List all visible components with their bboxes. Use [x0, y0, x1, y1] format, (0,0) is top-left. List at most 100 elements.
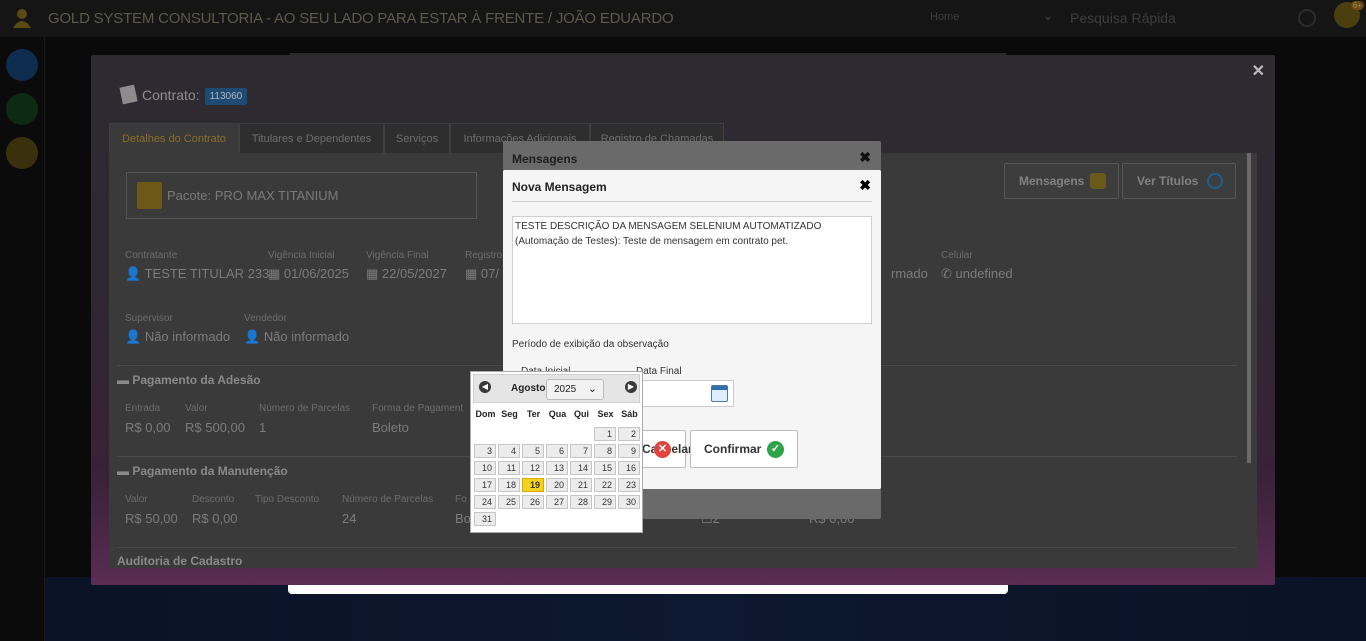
manut-desconto-label: Desconto	[192, 494, 235, 505]
mensagens-button-label: Mensagens	[1019, 174, 1085, 188]
contract-title-label: Contrato:	[142, 87, 200, 103]
home-select[interactable]: Home ⌄	[930, 9, 1055, 23]
day-cell[interactable]: 5	[522, 444, 544, 458]
manut-valor-label: Valor	[125, 494, 148, 505]
celular-label: Celular	[941, 250, 973, 261]
scrollbar[interactable]	[1247, 153, 1251, 463]
search-icon[interactable]	[1298, 9, 1316, 27]
day-cell[interactable]: 22	[594, 478, 616, 492]
weekday-header: Ter	[526, 409, 541, 419]
entrada-label: Entrada	[125, 403, 161, 414]
manut-forma-label: Fo	[455, 494, 467, 505]
periodo-label: Período de exibição da observação	[512, 339, 669, 350]
sidebar-grid-icon[interactable]	[6, 137, 38, 169]
day-cell[interactable]: 25	[498, 495, 520, 509]
contract-number-badge: 113060	[204, 88, 248, 105]
background-panel	[288, 584, 1008, 594]
vigencia-final-value: ▦ 22/05/2027	[366, 266, 447, 281]
manut-desconto-value: R$ 0,00	[192, 511, 238, 526]
contratante-value: 👤 TESTE TITULAR 233	[125, 266, 270, 281]
day-cell[interactable]: 28	[570, 495, 592, 509]
chevron-down-icon: ⌄	[587, 383, 597, 395]
ver-titulos-button[interactable]: Ver Títulos	[1122, 163, 1236, 199]
document-icon	[119, 84, 138, 105]
day-cell[interactable]: 27	[546, 495, 568, 509]
close-icon[interactable]: ✖	[859, 149, 871, 166]
registro-value: ▦ 07/	[465, 266, 499, 281]
confirm-button[interactable]: Confirmar ✓	[690, 430, 798, 468]
calendar-icon[interactable]	[711, 385, 728, 402]
day-cell[interactable]: 16	[618, 461, 640, 475]
close-circle-icon: ✕	[654, 441, 671, 458]
contratante-label: Contratante	[125, 250, 178, 261]
adesao-section-title: ▬ Pagamento da Adesão	[117, 373, 261, 387]
day-cell[interactable]: 30	[618, 495, 640, 509]
adesao-parcelas-value: 1	[259, 420, 267, 435]
manut-forma-value: Bo	[455, 511, 471, 526]
day-cell[interactable]: 6	[546, 444, 568, 458]
year-select[interactable]: 2025 ⌄	[546, 379, 604, 400]
day-cell[interactable]: 12	[522, 461, 544, 475]
day-cell[interactable]: 13	[546, 461, 568, 475]
day-cell[interactable]: 31	[474, 512, 496, 526]
adesao-valor-value: R$ 500,00	[185, 420, 245, 435]
auditoria-section-title: Auditoria de Cadastro	[117, 554, 243, 568]
quick-search-input[interactable]: Pesquisa Rápida	[1064, 8, 1324, 30]
registro-label: Registro	[465, 250, 503, 261]
notification-icon[interactable]: 6+	[1334, 1, 1364, 28]
adesao-forma-value: Boleto	[372, 420, 409, 435]
package-label: Pacote: PRO MAX TITANIUM	[167, 188, 339, 203]
tab-detalhes[interactable]: Detalhes do Contrato	[109, 123, 239, 153]
day-cell[interactable]: 4	[498, 444, 520, 458]
day-cell[interactable]: 29	[594, 495, 616, 509]
manut-parcelas-label: Número de Parcelas	[342, 494, 434, 505]
user-icon[interactable]	[12, 8, 32, 28]
close-icon[interactable]: ✕	[1252, 61, 1265, 81]
weekday-header: Seg	[501, 409, 518, 419]
day-cell-today[interactable]: 19	[522, 478, 544, 492]
sidebar-home-icon[interactable]	[6, 49, 38, 81]
day-cell[interactable]: 20	[546, 478, 568, 492]
datepicker-month: Agosto	[511, 383, 546, 394]
day-cell[interactable]: 11	[498, 461, 520, 475]
day-cell[interactable]: 3	[474, 444, 496, 458]
divider	[117, 547, 1237, 548]
tab-servicos[interactable]: Serviços	[384, 123, 450, 153]
supervisor-value: 👤 Não informado	[125, 329, 231, 344]
message-textarea[interactable]	[512, 216, 872, 324]
day-cell[interactable]: 10	[474, 461, 496, 475]
day-cell[interactable]: 21	[570, 478, 592, 492]
adesao-forma-label: Forma de Pagament	[372, 403, 464, 414]
sidebar-list-icon[interactable]	[6, 93, 38, 125]
day-cell[interactable]: 23	[618, 478, 640, 492]
day-cell[interactable]: 24	[474, 495, 496, 509]
datepicker-header: ◀ Agosto 2025 ⌄ ▶	[473, 374, 640, 403]
prev-month-icon[interactable]: ◀	[479, 381, 491, 393]
close-icon[interactable]: ✖	[859, 177, 871, 194]
day-cell[interactable]: 17	[474, 478, 496, 492]
day-cell[interactable]: 1	[594, 427, 616, 441]
day-cell[interactable]: 15	[594, 461, 616, 475]
day-cell[interactable]: 7	[570, 444, 592, 458]
manut-tipo-desconto-label: Tipo Desconto	[255, 494, 320, 505]
mensagens-button[interactable]: Mensagens	[1004, 163, 1119, 199]
home-select-value: Home	[930, 11, 960, 23]
day-cell[interactable]: 26	[522, 495, 544, 509]
day-cell[interactable]: 14	[570, 461, 592, 475]
top-bar: GOLD SYSTEM CONSULTORIA - AO SEU LADO PA…	[0, 0, 1366, 37]
tab-titulares[interactable]: Titulares e Dependentes	[239, 123, 384, 153]
manutencao-section-title: ▬ Pagamento da Manutenção	[117, 464, 288, 478]
day-cell[interactable]: 8	[594, 444, 616, 458]
datepicker: ◀ Agosto 2025 ⌄ ▶ Dom Seg Ter Qua Qui Sex Sáb 1…	[470, 371, 643, 533]
day-cell[interactable]: 2	[618, 427, 640, 441]
message-add-icon	[1090, 173, 1106, 189]
vigencia-final-label: Vigência Final	[366, 250, 429, 261]
vendedor-value: 👤 Não informado	[244, 329, 350, 344]
day-cell[interactable]: 9	[618, 444, 640, 458]
year-select-value: 2025	[554, 384, 577, 395]
manut-parcelas-value: 24	[342, 511, 357, 526]
day-cell[interactable]: 18	[498, 478, 520, 492]
next-month-icon[interactable]: ▶	[625, 381, 637, 393]
notification-count: 6+	[1350, 1, 1364, 10]
package-field: Pacote: PRO MAX TITANIUM	[126, 172, 477, 219]
